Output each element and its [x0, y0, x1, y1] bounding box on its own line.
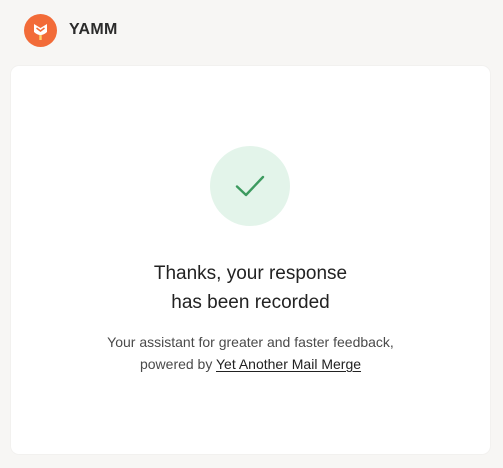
confirmation-card: Thanks, your response has been recorded …: [11, 66, 490, 454]
checkmark-icon: [235, 175, 265, 197]
yamm-link[interactable]: Yet Another Mail Merge: [216, 356, 361, 372]
subtitle-prefix: powered by: [139, 356, 213, 372]
yamm-logo-icon[interactable]: [24, 13, 57, 47]
success-badge: [210, 146, 290, 226]
title-line-1: Thanks, your response: [153, 263, 348, 284]
subtitle-line-1: Your assistant for greater and faster fe…: [107, 334, 394, 350]
brand-name: YAMM: [69, 21, 118, 38]
confirmation-subtitle: Your assistant for greater and faster fe…: [51, 331, 450, 375]
confirmation-title: Thanks, your response has been recorded: [51, 259, 450, 317]
title-line-2: has been recorded: [171, 292, 330, 313]
header: YAMM: [24, 13, 118, 47]
